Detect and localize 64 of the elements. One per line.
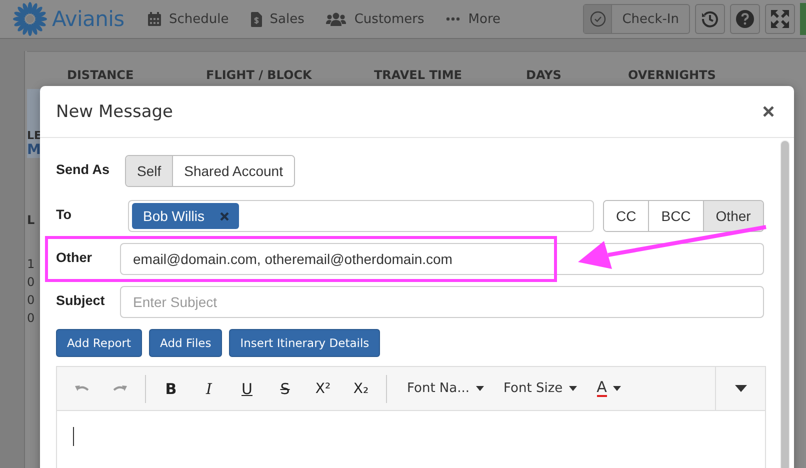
history-icon <box>701 10 719 28</box>
close-icon <box>763 106 774 117</box>
calendar-icon <box>148 12 161 26</box>
people-icon <box>326 12 346 26</box>
redo-icon <box>112 384 128 394</box>
column-header: FLIGHT / BLOCK <box>206 68 313 84</box>
subject-input[interactable]: Enter Subject <box>120 286 764 318</box>
nav-link[interactable]: Customers <box>326 12 424 26</box>
format-button[interactable]: X₂ <box>342 374 380 404</box>
column-header: TRAVEL TIME <box>374 68 463 84</box>
font-name-dropdown[interactable]: Font Na... <box>397 381 494 396</box>
remove-icon[interactable] <box>220 212 230 220</box>
caret-icon <box>568 386 577 391</box>
partial-text: 0 <box>27 274 36 291</box>
field-label: Send As <box>56 161 111 177</box>
field-label: To <box>56 206 72 222</box>
recipient-mode-toggle[interactable]: Other <box>702 201 763 231</box>
font-size-dropdown[interactable]: Font Size <box>494 381 587 396</box>
recipient-name: Bob Willis <box>143 208 204 224</box>
field-label: Subject <box>56 292 106 308</box>
check-circle-icon <box>590 11 606 27</box>
nav-link[interactable]: Schedule <box>148 12 229 26</box>
font-color-dropdown[interactable]: A <box>586 380 631 397</box>
fullscreen-button[interactable] <box>765 4 795 34</box>
format-button[interactable]: S <box>266 374 304 404</box>
action-button[interactable]: Add Files <box>149 329 222 357</box>
partial-text: L <box>27 213 35 227</box>
nav-link[interactable]: More <box>446 12 501 26</box>
dots-icon <box>446 17 460 21</box>
format-button[interactable]: X² <box>304 374 342 404</box>
send-as-option[interactable]: Self <box>126 156 172 186</box>
partial-text: M <box>27 142 41 158</box>
history-button[interactable] <box>695 4 725 34</box>
other-recipients-input[interactable]: email@domain.com, otheremail@otherdomain.com <box>120 243 764 275</box>
document-dollar-icon <box>250 12 262 26</box>
partial-text: 0 <box>27 292 36 309</box>
field-label: Other <box>56 249 94 265</box>
format-button[interactable]: U <box>228 374 266 404</box>
text-cursor <box>73 427 74 446</box>
partial-text: LE <box>27 129 41 142</box>
column-header: DAYS <box>526 68 562 84</box>
help-icon <box>735 9 755 29</box>
column-header: DISTANCE <box>67 68 135 84</box>
format-button[interactable]: I <box>190 374 228 404</box>
nav-link[interactable]: Sales <box>250 12 304 26</box>
caret-icon <box>734 385 746 392</box>
dialog-title: New Message <box>56 102 173 122</box>
undo-icon <box>74 384 90 394</box>
scrollbar[interactable] <box>780 140 790 468</box>
close-button[interactable] <box>761 104 776 119</box>
help-button[interactable] <box>730 4 760 34</box>
partial-text: 1 <box>27 256 36 273</box>
action-button[interactable]: Add Report <box>56 329 142 357</box>
check-in-button[interactable]: Check-In <box>583 4 690 34</box>
format-button[interactable]: B <box>152 374 190 404</box>
action-button[interactable]: Insert Itinerary Details <box>229 329 380 357</box>
send-as-option[interactable]: Shared Account <box>172 156 294 186</box>
environment-strip <box>800 3 806 35</box>
recipient-field[interactable]: Bob Willis <box>128 200 594 232</box>
caret-icon <box>476 386 484 391</box>
column-header: OVERNIGHTS <box>628 68 716 84</box>
caret-icon <box>612 386 621 391</box>
expand-arrows-icon <box>771 10 789 28</box>
partial-text: 0 <box>27 310 36 327</box>
